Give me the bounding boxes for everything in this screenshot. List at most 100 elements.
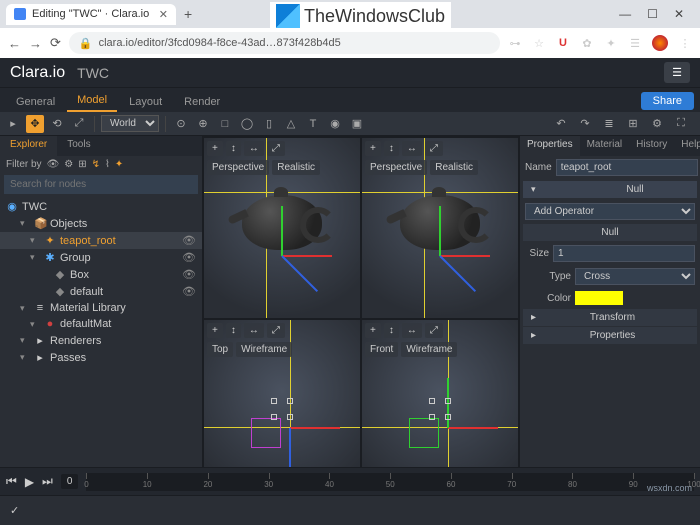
add-operator-select[interactable]: Add Operator <box>525 203 695 220</box>
vp-add-icon[interactable]: + <box>365 141 381 156</box>
vp-move-icon[interactable]: ↕ <box>384 323 399 338</box>
type-select[interactable]: Cross <box>575 268 695 285</box>
vp-shading-mode[interactable]: Wireframe <box>236 342 292 357</box>
name-input[interactable] <box>556 159 698 176</box>
vp-view-name[interactable]: Perspective <box>365 160 427 175</box>
prim-cylinder-icon[interactable]: ▯ <box>260 115 278 133</box>
vp-pan-icon[interactable]: ↔ <box>402 323 422 338</box>
transform-section[interactable]: ▸Transform <box>523 309 697 326</box>
filter-eye-icon[interactable]: 👁 <box>47 159 60 170</box>
search-input[interactable] <box>4 175 198 194</box>
forward-button[interactable]: → <box>29 36 42 51</box>
settings-icon[interactable]: ⚙ <box>648 115 666 133</box>
tree-node[interactable]: ◆ default 👁 <box>0 283 202 300</box>
fullscreen-icon[interactable]: ⛶ <box>672 115 690 133</box>
hamburger-menu[interactable]: ☰ <box>664 62 690 83</box>
snap-icon[interactable]: ⊙ <box>172 115 190 133</box>
tab-tools[interactable]: Tools <box>57 136 100 156</box>
vp-shading-mode[interactable]: Realistic <box>272 160 320 175</box>
undo-icon[interactable]: ↶ <box>552 115 570 133</box>
filter-gear-icon[interactable]: ⚙ <box>64 159 73 170</box>
frame-display[interactable]: 0 <box>61 474 79 489</box>
camera-icon[interactable]: ▣ <box>348 115 366 133</box>
menu-icon[interactable]: ⋮ <box>678 36 692 50</box>
visibility-icon[interactable]: 👁 <box>182 234 196 247</box>
vp-add-icon[interactable]: + <box>365 323 381 338</box>
rotate-tool-icon[interactable]: ⟲ <box>48 115 66 133</box>
vp-move-icon[interactable]: ↕ <box>226 141 241 156</box>
ext-star-icon[interactable]: ☆ <box>532 36 546 50</box>
tab-render[interactable]: Render <box>174 92 230 112</box>
close-window-button[interactable]: ✕ <box>674 7 684 21</box>
vp-pan-icon[interactable]: ↔ <box>402 141 422 156</box>
tab-help[interactable]: Help <box>674 136 700 156</box>
grid-icon[interactable]: ⊞ <box>624 115 642 133</box>
null-header[interactable]: ▾Null <box>523 181 697 198</box>
color-swatch[interactable] <box>575 291 623 305</box>
avatar[interactable] <box>652 35 668 51</box>
reload-button[interactable]: ⟳ <box>50 35 61 51</box>
filter-mesh-icon[interactable]: ⊞ <box>78 159 86 170</box>
minimize-button[interactable]: — <box>619 7 631 21</box>
ext-key-icon[interactable]: ⊶ <box>508 36 522 50</box>
viewport[interactable]: + ↕ ↔ ⤢ Perspective Realistic <box>362 138 518 318</box>
new-tab-button[interactable]: + <box>184 6 192 22</box>
tree-node[interactable]: ▾ ▸ Passes <box>0 349 202 366</box>
vp-zoom-icon[interactable]: ⤢ <box>425 323 443 338</box>
redo-icon[interactable]: ↷ <box>576 115 594 133</box>
tree-node[interactable]: ▾ ✱ Group 👁 <box>0 249 202 266</box>
back-button[interactable]: ← <box>8 36 21 51</box>
ext-gear-icon[interactable]: ✿ <box>580 36 594 50</box>
ext-u-icon[interactable]: U <box>556 36 570 50</box>
play-button[interactable]: ▶ <box>25 475 34 489</box>
vp-zoom-icon[interactable]: ⤢ <box>267 141 285 156</box>
tab-explorer[interactable]: Explorer <box>0 136 57 156</box>
vp-zoom-icon[interactable]: ⤢ <box>425 141 443 156</box>
vp-zoom-icon[interactable]: ⤢ <box>267 323 285 338</box>
scale-tool-icon[interactable]: ⤢ <box>70 115 88 133</box>
null-section[interactable]: Null <box>523 224 697 241</box>
vp-pan-icon[interactable]: ↔ <box>244 141 264 156</box>
vp-shading-mode[interactable]: Wireframe <box>401 342 457 357</box>
magnet-icon[interactable]: ⊕ <box>194 115 212 133</box>
ext-list-icon[interactable]: ☰ <box>628 36 642 50</box>
tree-node[interactable]: ▾ ✦ teapot_root 👁 <box>0 232 202 249</box>
filter-null-icon[interactable]: ↯ <box>92 159 100 170</box>
url-input[interactable]: 🔒 clara.io/editor/3fcd0984-f8ce-43ad…873… <box>69 32 500 54</box>
vp-add-icon[interactable]: + <box>207 141 223 156</box>
close-tab-icon[interactable]: ✕ <box>159 8 168 21</box>
tab-general[interactable]: General <box>6 92 65 112</box>
vp-view-name[interactable]: Top <box>207 342 233 357</box>
viewport[interactable]: + ↕ ↔ ⤢ Perspective Realistic <box>204 138 360 318</box>
tab-layout[interactable]: Layout <box>119 92 172 112</box>
visibility-icon[interactable]: 👁 <box>182 285 196 298</box>
size-input[interactable] <box>553 245 695 262</box>
tab-model[interactable]: Model <box>67 90 117 112</box>
vp-pan-icon[interactable]: ↔ <box>244 323 264 338</box>
light-icon[interactable]: ◉ <box>326 115 344 133</box>
prim-cone-icon[interactable]: △ <box>282 115 300 133</box>
tree-node[interactable]: ▾ ≡ Material Library <box>0 300 202 316</box>
timeline-track[interactable]: 0102030405060708090100 <box>86 473 694 491</box>
cursor-tool-icon[interactable]: ▸ <box>4 115 22 133</box>
tab-history[interactable]: History <box>629 136 674 156</box>
filter-bone-icon[interactable]: ⌇ <box>105 159 110 170</box>
properties-section[interactable]: ▸Properties <box>523 327 697 344</box>
tree-node[interactable]: ▾ ● defaultMat <box>0 316 202 332</box>
tree-node[interactable]: ▾ 📦 Objects <box>0 215 202 232</box>
prim-cube-icon[interactable]: □ <box>216 115 234 133</box>
vp-view-name[interactable]: Perspective <box>207 160 269 175</box>
vp-move-icon[interactable]: ↕ <box>384 141 399 156</box>
visibility-icon[interactable]: 👁 <box>182 268 196 281</box>
maximize-button[interactable]: ☐ <box>647 7 658 21</box>
forward-button[interactable]: ⏭ <box>42 474 53 489</box>
vp-shading-mode[interactable]: Realistic <box>430 160 478 175</box>
rewind-button[interactable]: ⏮ <box>6 474 17 489</box>
browser-tab[interactable]: Editing "TWC" · Clara.io ✕ <box>6 4 176 25</box>
tree-node[interactable]: ▾ ▸ Renderers <box>0 332 202 349</box>
space-selector[interactable]: World <box>101 115 159 132</box>
tree-root[interactable]: ◉ TWC <box>0 198 202 215</box>
vp-move-icon[interactable]: ↕ <box>226 323 241 338</box>
visibility-icon[interactable]: 👁 <box>182 251 196 264</box>
filter-light-icon[interactable]: ✦ <box>115 159 123 170</box>
